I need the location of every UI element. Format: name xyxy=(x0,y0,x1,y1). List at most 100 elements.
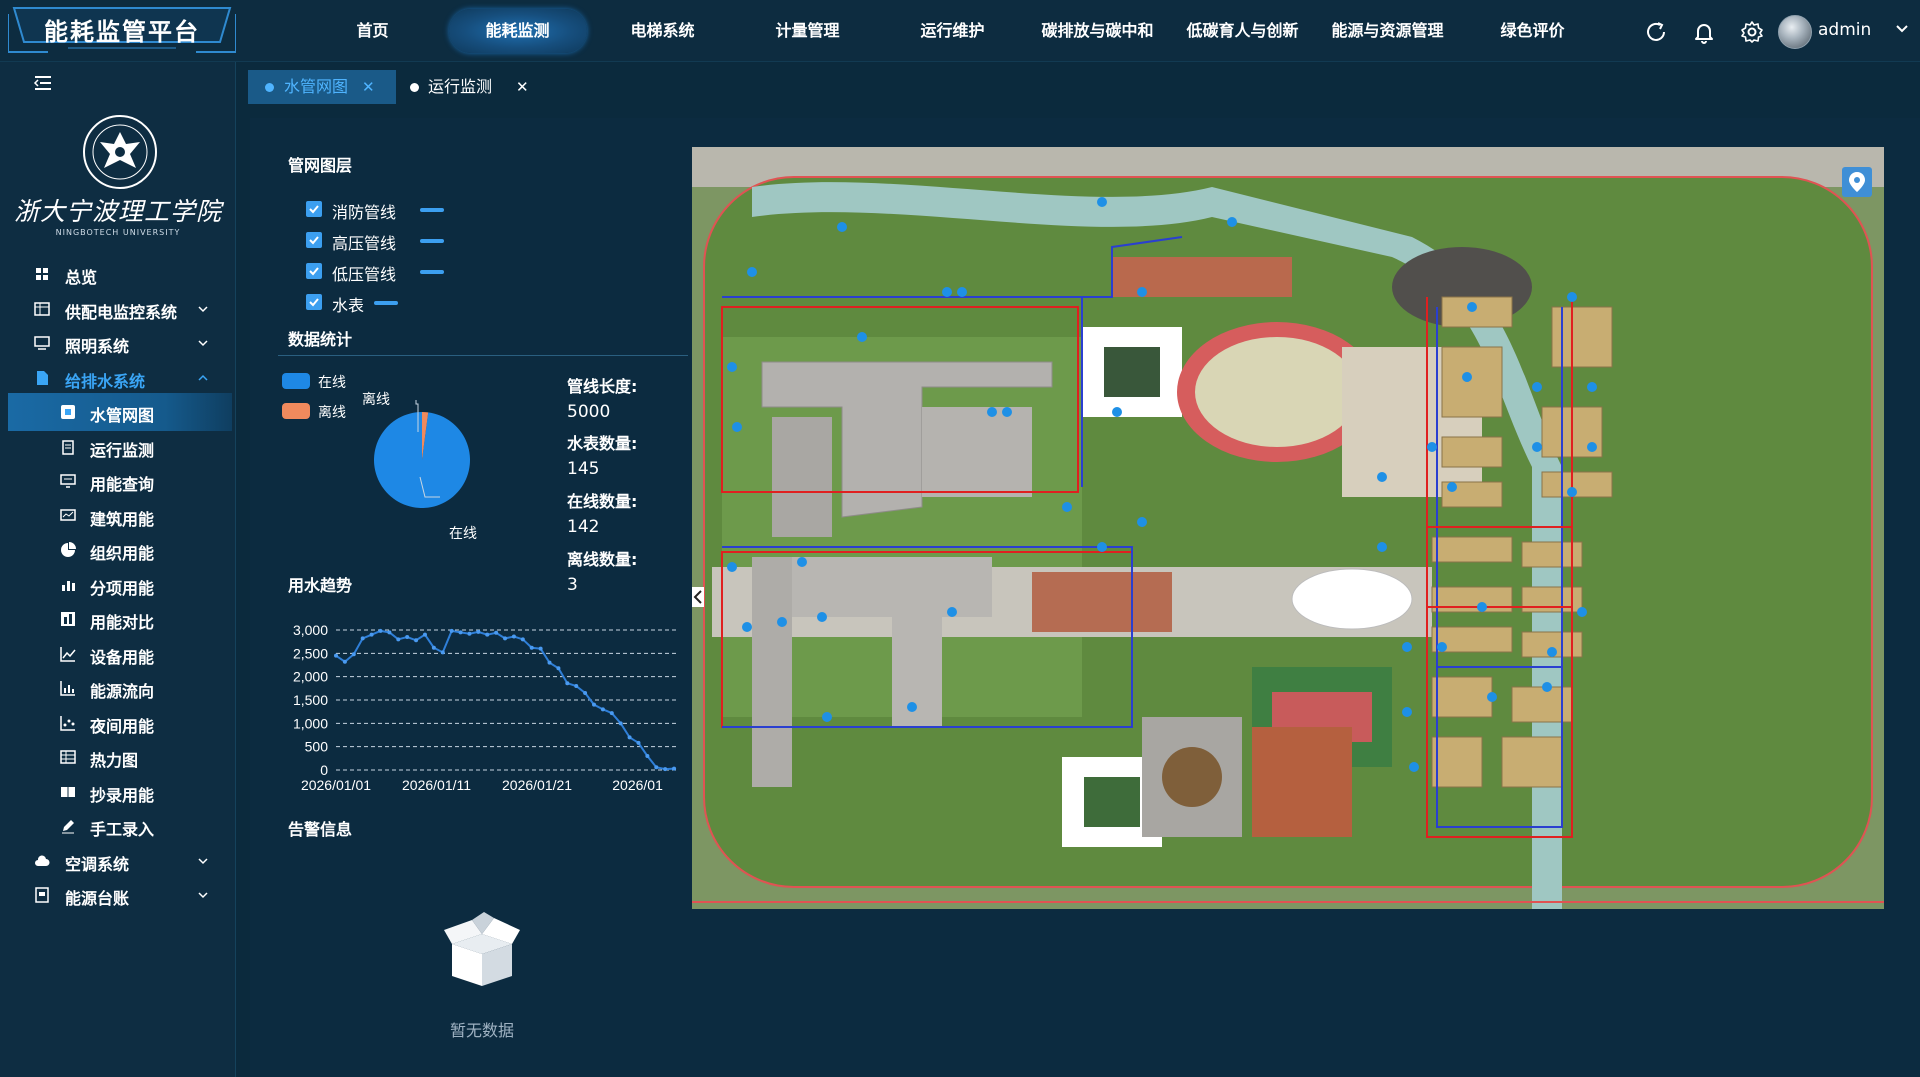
checkbox[interactable] xyxy=(306,263,322,279)
gear-icon[interactable] xyxy=(1740,20,1764,44)
trend-point[interactable] xyxy=(414,638,419,643)
nav-item[interactable]: 绿色评价 xyxy=(1460,0,1605,62)
trend-point[interactable] xyxy=(485,632,490,637)
trend-point[interactable] xyxy=(645,754,650,758)
trend-point[interactable] xyxy=(476,629,481,634)
nav-item[interactable]: 碳排放与碳中和 xyxy=(1025,0,1170,62)
trend-point[interactable] xyxy=(351,652,356,657)
flow-icon xyxy=(60,681,75,696)
sidebar-item[interactable]: 手工录入 xyxy=(0,807,236,845)
trend-point[interactable] xyxy=(583,691,588,695)
trend-point[interactable] xyxy=(503,636,508,641)
trend-point[interactable] xyxy=(663,767,668,772)
sidebar-item[interactable]: 照明系统 xyxy=(0,324,236,362)
trend-point[interactable] xyxy=(378,628,383,633)
trend-point[interactable] xyxy=(592,702,597,707)
nav-item-label: 计量管理 xyxy=(775,21,840,40)
nav-item[interactable]: 运行维护 xyxy=(880,0,1025,62)
sidebar-item[interactable]: 用能查询 xyxy=(0,462,236,500)
trend-point[interactable] xyxy=(369,632,374,637)
username[interactable]: admin xyxy=(1818,20,1871,40)
nav-item[interactable]: 计量管理 xyxy=(735,0,880,62)
trend-point[interactable] xyxy=(574,684,579,688)
nav-item[interactable]: 能耗监测 xyxy=(445,0,590,62)
map-location-button[interactable] xyxy=(1842,167,1872,197)
checkbox[interactable] xyxy=(306,294,322,310)
trend-point[interactable] xyxy=(494,630,499,635)
trend-point[interactable] xyxy=(627,735,632,740)
sidebar-item[interactable]: 水管网图 xyxy=(8,393,232,431)
trend-point[interactable] xyxy=(538,646,543,651)
sidebar-item[interactable]: 用能对比 xyxy=(0,600,236,638)
bell-icon[interactable] xyxy=(1692,20,1716,44)
chevron-down-icon[interactable] xyxy=(198,338,208,348)
trend-point[interactable] xyxy=(636,740,641,745)
sidebar-item[interactable]: 建筑用能 xyxy=(0,497,236,535)
trend-point[interactable] xyxy=(334,653,338,658)
trend-point[interactable] xyxy=(529,645,534,650)
close-icon[interactable]: ✕ xyxy=(362,70,375,104)
ledger-icon xyxy=(35,887,49,903)
trend-point[interactable] xyxy=(565,681,570,686)
sidebar-item[interactable]: 能源台账 xyxy=(0,876,236,914)
trend-point[interactable] xyxy=(440,650,445,655)
chevron-down-icon[interactable] xyxy=(198,856,208,866)
chevron-down-icon[interactable] xyxy=(198,890,208,900)
trend-point[interactable] xyxy=(449,628,454,633)
location-pin-icon xyxy=(1849,172,1865,192)
sidebar-item[interactable]: 供配电监控系统 xyxy=(0,290,236,328)
sidebar-item[interactable]: 空调系统 xyxy=(0,842,236,880)
trend-point[interactable] xyxy=(520,637,525,642)
trend-point[interactable] xyxy=(556,666,561,671)
trend-point[interactable] xyxy=(396,637,401,642)
bar-icon xyxy=(62,580,75,591)
tab-pipe-map[interactable]: 水管网图 ✕ xyxy=(248,70,396,104)
sidebar-item[interactable]: 分项用能 xyxy=(0,566,236,604)
tab-monitoring[interactable]: 运行监测 ✕ xyxy=(398,70,538,104)
y-tick-label: 3,000 xyxy=(293,622,328,638)
map-collapse-handle[interactable] xyxy=(692,587,704,607)
trend-point[interactable] xyxy=(342,659,347,664)
trend-point[interactable] xyxy=(458,630,463,635)
campus-pipe-map[interactable] xyxy=(692,147,1884,909)
trend-point[interactable] xyxy=(431,645,436,650)
stat-meter-count-label: 水表数量: xyxy=(567,434,638,453)
avatar[interactable] xyxy=(1778,15,1812,49)
trend-point[interactable] xyxy=(422,632,427,637)
nav-item[interactable]: 低碳育人与创新 xyxy=(1170,0,1315,62)
sidebar-item[interactable]: 组织用能 xyxy=(0,531,236,569)
trend-point[interactable] xyxy=(467,631,472,636)
nav-item[interactable]: 电梯系统 xyxy=(590,0,735,62)
chevron-up-icon[interactable] xyxy=(198,373,208,383)
sidebar-item[interactable]: 能源流向 xyxy=(0,669,236,707)
checkbox[interactable] xyxy=(306,201,322,217)
tab-dot xyxy=(265,83,274,92)
chevron-down-icon[interactable] xyxy=(1895,24,1909,34)
trend-point[interactable] xyxy=(654,765,659,770)
checkbox[interactable] xyxy=(306,232,322,248)
sidebar-item[interactable]: 运行监测 xyxy=(0,428,236,466)
trend-point[interactable] xyxy=(405,635,410,639)
nav-item[interactable]: 首页 xyxy=(300,0,445,62)
chevron-down-icon[interactable] xyxy=(198,304,208,314)
sidebar-item[interactable]: 热力图 xyxy=(0,738,236,776)
sidebar-item[interactable]: 夜间用能 xyxy=(0,704,236,742)
trend-point[interactable] xyxy=(511,634,516,639)
trend-point[interactable] xyxy=(547,660,552,665)
trend-point[interactable] xyxy=(360,636,365,641)
x-tick-label: 2026/01 xyxy=(612,777,663,793)
sidebar-item[interactable]: 给排水系统 xyxy=(0,359,236,397)
trend-point[interactable] xyxy=(672,766,677,771)
close-icon[interactable]: ✕ xyxy=(516,70,529,104)
trend-point[interactable] xyxy=(618,721,623,726)
trend-point[interactable] xyxy=(600,707,605,712)
sidebar-item[interactable]: 抄录用能 xyxy=(0,773,236,811)
refresh-icon[interactable] xyxy=(1644,20,1668,44)
menu-fold-icon[interactable] xyxy=(33,74,53,92)
sidebar-item-label: 空调系统 xyxy=(65,854,130,874)
trend-point[interactable] xyxy=(609,711,614,716)
sidebar-item[interactable]: 设备用能 xyxy=(0,635,236,673)
nav-item[interactable]: 能源与资源管理 xyxy=(1315,0,1460,62)
nav-item-label: 运行维护 xyxy=(920,21,985,40)
trend-point[interactable] xyxy=(387,630,392,635)
